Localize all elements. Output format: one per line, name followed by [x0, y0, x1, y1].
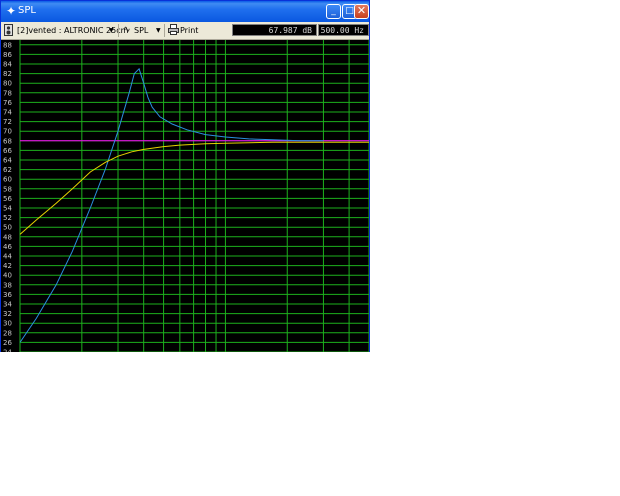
y-tick-label: 82: [3, 70, 12, 78]
y-tick-label: 84: [3, 61, 12, 69]
driver-dropdown-icon[interactable]: ▼: [109, 24, 114, 37]
y-tick-label: 78: [3, 89, 12, 97]
y-tick-label: 56: [3, 195, 12, 203]
y-tick-label: 62: [3, 166, 12, 174]
mode-select[interactable]: SPL: [134, 24, 148, 37]
spl-plot[interactable]: 88 86 84 82 80 78 76 74 72 70 68 66 64 62 60 58 56 54 52 50…: [1, 40, 369, 352]
y-tick-label: 40: [3, 272, 12, 280]
y-tick-label: 68: [3, 137, 12, 145]
y-tick-label: 74: [3, 109, 12, 117]
y-tick-label: 54: [3, 205, 12, 213]
hz-readout: 500.00 Hz: [318, 24, 369, 36]
y-tick-label: 76: [3, 99, 12, 107]
y-tick-label: 88: [3, 41, 12, 49]
spl-window: ✦ SPL _ □ ✕ [2]vented : ALTRONIC 25cm ▼ …: [0, 0, 370, 352]
y-tick-label: 58: [3, 185, 12, 193]
y-tick-label: 26: [3, 339, 12, 347]
toolbar: [2]vented : ALTRONIC 25cm ▼ ∿ SPL ▼ Prin…: [1, 22, 369, 40]
y-tick-label: 70: [3, 128, 12, 136]
series-line-2: [19, 141, 369, 235]
db-readout: 67.987 dB: [232, 24, 317, 36]
y-tick-label: 32: [3, 310, 12, 318]
minimize-button[interactable]: _: [326, 4, 341, 19]
window-title: SPL: [18, 5, 36, 16]
y-tick-label: 86: [3, 51, 12, 59]
y-tick-label: 24: [3, 349, 12, 353]
y-tick-label: 66: [3, 147, 12, 155]
y-tick-label: 30: [3, 320, 12, 328]
y-tick-label: 46: [3, 243, 12, 251]
printer-icon[interactable]: [168, 24, 179, 37]
y-tick-label: 34: [3, 301, 12, 309]
y-tick-label: 36: [3, 291, 12, 299]
mode-dropdown-icon[interactable]: ▼: [156, 24, 161, 37]
speaker-icon: [4, 24, 13, 37]
y-tick-label: 28: [3, 329, 12, 337]
y-tick-label: 48: [3, 233, 12, 241]
y-tick-label: 52: [3, 214, 12, 222]
title-bar[interactable]: ✦ SPL _ □ ✕: [1, 1, 369, 22]
y-tick-label: 80: [3, 80, 12, 88]
toolbar-separator: [164, 24, 165, 37]
wave-icon: ∿: [123, 25, 131, 35]
spl-chart-svg: 8886848280787674727068666462605856545250…: [3, 40, 369, 353]
y-tick-label: 50: [3, 224, 12, 232]
toolbar-separator: [118, 24, 119, 37]
y-tick-label: 38: [3, 281, 12, 289]
y-tick-label: 44: [3, 253, 12, 261]
y-tick-label: 72: [3, 118, 12, 126]
print-button[interactable]: Print: [180, 24, 198, 37]
series-line-1: [19, 67, 324, 343]
y-tick-label: 42: [3, 262, 12, 270]
close-button[interactable]: ✕: [354, 4, 369, 19]
crosshair-icon: ✦: [5, 4, 17, 18]
y-tick-label: 60: [3, 176, 12, 184]
y-tick-label: 64: [3, 157, 12, 165]
